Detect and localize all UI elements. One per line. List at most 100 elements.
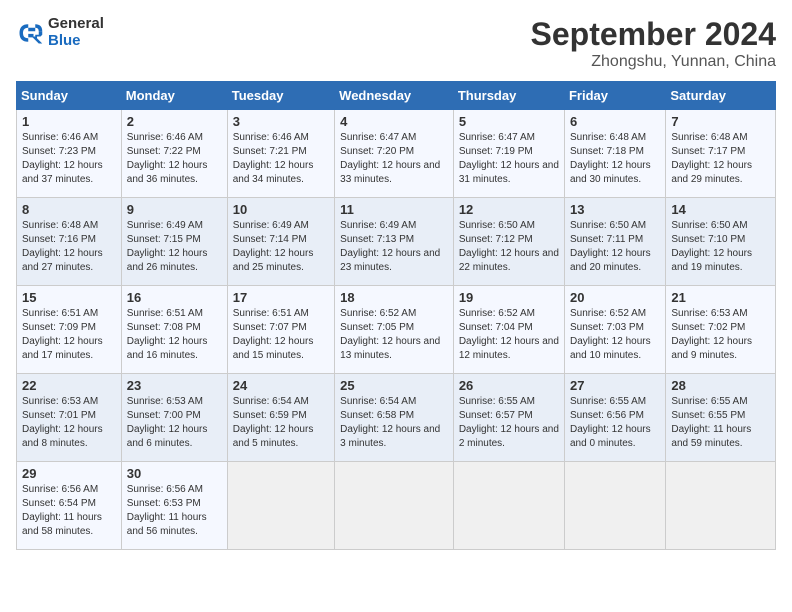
- day-info: Sunrise: 6:53 AM Sunset: 7:00 PM Dayligh…: [127, 395, 222, 451]
- day-number: 13: [570, 202, 660, 217]
- header-friday: Friday: [564, 82, 665, 110]
- day-info: Sunrise: 6:52 AM Sunset: 7:05 PM Dayligh…: [340, 307, 448, 363]
- calendar-cell: 1 Sunrise: 6:46 AM Sunset: 7:23 PM Dayli…: [17, 110, 122, 198]
- day-info: Sunrise: 6:48 AM Sunset: 7:18 PM Dayligh…: [570, 131, 660, 187]
- calendar-cell: [335, 462, 454, 550]
- calendar-cell: 28 Sunrise: 6:55 AM Sunset: 6:55 PM Dayl…: [666, 374, 776, 462]
- day-info: Sunrise: 6:46 AM Sunset: 7:23 PM Dayligh…: [22, 131, 116, 187]
- day-info: Sunrise: 6:49 AM Sunset: 7:15 PM Dayligh…: [127, 219, 222, 275]
- logo-blue: Blue: [48, 33, 104, 50]
- day-info: Sunrise: 6:51 AM Sunset: 7:08 PM Dayligh…: [127, 307, 222, 363]
- day-info: Sunrise: 6:46 AM Sunset: 7:22 PM Dayligh…: [127, 131, 222, 187]
- calendar-cell: 30 Sunrise: 6:56 AM Sunset: 6:53 PM Dayl…: [121, 462, 227, 550]
- header-sunday: Sunday: [17, 82, 122, 110]
- month-title: September 2024: [531, 16, 776, 53]
- calendar-cell: 19 Sunrise: 6:52 AM Sunset: 7:04 PM Dayl…: [453, 286, 564, 374]
- day-number: 30: [127, 466, 222, 481]
- day-info: Sunrise: 6:50 AM Sunset: 7:10 PM Dayligh…: [671, 219, 770, 275]
- calendar-cell: 26 Sunrise: 6:55 AM Sunset: 6:57 PM Dayl…: [453, 374, 564, 462]
- day-number: 22: [22, 378, 116, 393]
- day-number: 3: [233, 114, 329, 129]
- calendar-cell: 17 Sunrise: 6:51 AM Sunset: 7:07 PM Dayl…: [227, 286, 334, 374]
- day-info: Sunrise: 6:50 AM Sunset: 7:12 PM Dayligh…: [459, 219, 559, 275]
- day-info: Sunrise: 6:49 AM Sunset: 7:14 PM Dayligh…: [233, 219, 329, 275]
- header-saturday: Saturday: [666, 82, 776, 110]
- logo-general: General: [48, 16, 104, 33]
- day-number: 20: [570, 290, 660, 305]
- location-title: Zhongshu, Yunnan, China: [531, 53, 776, 71]
- calendar-cell: 2 Sunrise: 6:46 AM Sunset: 7:22 PM Dayli…: [121, 110, 227, 198]
- day-info: Sunrise: 6:54 AM Sunset: 6:58 PM Dayligh…: [340, 395, 448, 451]
- day-info: Sunrise: 6:56 AM Sunset: 6:54 PM Dayligh…: [22, 483, 116, 539]
- day-number: 10: [233, 202, 329, 217]
- calendar-cell: 7 Sunrise: 6:48 AM Sunset: 7:17 PM Dayli…: [666, 110, 776, 198]
- calendar-cell: 14 Sunrise: 6:50 AM Sunset: 7:10 PM Dayl…: [666, 198, 776, 286]
- day-info: Sunrise: 6:56 AM Sunset: 6:53 PM Dayligh…: [127, 483, 222, 539]
- calendar-week-5: 29 Sunrise: 6:56 AM Sunset: 6:54 PM Dayl…: [17, 462, 776, 550]
- day-number: 16: [127, 290, 222, 305]
- calendar-cell: 27 Sunrise: 6:55 AM Sunset: 6:56 PM Dayl…: [564, 374, 665, 462]
- day-number: 27: [570, 378, 660, 393]
- day-info: Sunrise: 6:51 AM Sunset: 7:07 PM Dayligh…: [233, 307, 329, 363]
- day-number: 8: [22, 202, 116, 217]
- day-info: Sunrise: 6:55 AM Sunset: 6:55 PM Dayligh…: [671, 395, 770, 451]
- calendar-cell: 5 Sunrise: 6:47 AM Sunset: 7:19 PM Dayli…: [453, 110, 564, 198]
- calendar-cell: 25 Sunrise: 6:54 AM Sunset: 6:58 PM Dayl…: [335, 374, 454, 462]
- calendar-cell: 4 Sunrise: 6:47 AM Sunset: 7:20 PM Dayli…: [335, 110, 454, 198]
- day-number: 15: [22, 290, 116, 305]
- day-number: 19: [459, 290, 559, 305]
- calendar-cell: 10 Sunrise: 6:49 AM Sunset: 7:14 PM Dayl…: [227, 198, 334, 286]
- day-number: 21: [671, 290, 770, 305]
- logo-icon: [16, 19, 44, 47]
- calendar-week-4: 22 Sunrise: 6:53 AM Sunset: 7:01 PM Dayl…: [17, 374, 776, 462]
- calendar-cell: [564, 462, 665, 550]
- calendar-cell: 22 Sunrise: 6:53 AM Sunset: 7:01 PM Dayl…: [17, 374, 122, 462]
- logo: General Blue: [16, 16, 104, 49]
- header-tuesday: Tuesday: [227, 82, 334, 110]
- calendar-cell: 21 Sunrise: 6:53 AM Sunset: 7:02 PM Dayl…: [666, 286, 776, 374]
- day-number: 23: [127, 378, 222, 393]
- calendar-week-3: 15 Sunrise: 6:51 AM Sunset: 7:09 PM Dayl…: [17, 286, 776, 374]
- day-info: Sunrise: 6:50 AM Sunset: 7:11 PM Dayligh…: [570, 219, 660, 275]
- calendar-cell: 16 Sunrise: 6:51 AM Sunset: 7:08 PM Dayl…: [121, 286, 227, 374]
- calendar-cell: [666, 462, 776, 550]
- calendar-cell: 29 Sunrise: 6:56 AM Sunset: 6:54 PM Dayl…: [17, 462, 122, 550]
- page-header: General Blue September 2024 Zhongshu, Yu…: [16, 16, 776, 71]
- day-info: Sunrise: 6:55 AM Sunset: 6:56 PM Dayligh…: [570, 395, 660, 451]
- calendar-cell: 20 Sunrise: 6:52 AM Sunset: 7:03 PM Dayl…: [564, 286, 665, 374]
- day-info: Sunrise: 6:55 AM Sunset: 6:57 PM Dayligh…: [459, 395, 559, 451]
- day-info: Sunrise: 6:49 AM Sunset: 7:13 PM Dayligh…: [340, 219, 448, 275]
- day-info: Sunrise: 6:48 AM Sunset: 7:17 PM Dayligh…: [671, 131, 770, 187]
- day-info: Sunrise: 6:48 AM Sunset: 7:16 PM Dayligh…: [22, 219, 116, 275]
- day-number: 2: [127, 114, 222, 129]
- header-monday: Monday: [121, 82, 227, 110]
- day-number: 17: [233, 290, 329, 305]
- day-number: 9: [127, 202, 222, 217]
- day-number: 11: [340, 202, 448, 217]
- calendar-week-2: 8 Sunrise: 6:48 AM Sunset: 7:16 PM Dayli…: [17, 198, 776, 286]
- logo-text: General Blue: [48, 16, 104, 49]
- day-number: 1: [22, 114, 116, 129]
- calendar-cell: 15 Sunrise: 6:51 AM Sunset: 7:09 PM Dayl…: [17, 286, 122, 374]
- day-info: Sunrise: 6:47 AM Sunset: 7:19 PM Dayligh…: [459, 131, 559, 187]
- day-info: Sunrise: 6:52 AM Sunset: 7:04 PM Dayligh…: [459, 307, 559, 363]
- header-row: Sunday Monday Tuesday Wednesday Thursday…: [17, 82, 776, 110]
- day-number: 4: [340, 114, 448, 129]
- calendar-cell: 6 Sunrise: 6:48 AM Sunset: 7:18 PM Dayli…: [564, 110, 665, 198]
- day-number: 26: [459, 378, 559, 393]
- day-number: 25: [340, 378, 448, 393]
- day-number: 28: [671, 378, 770, 393]
- calendar-cell: 8 Sunrise: 6:48 AM Sunset: 7:16 PM Dayli…: [17, 198, 122, 286]
- day-info: Sunrise: 6:53 AM Sunset: 7:01 PM Dayligh…: [22, 395, 116, 451]
- day-number: 7: [671, 114, 770, 129]
- day-number: 5: [459, 114, 559, 129]
- day-number: 24: [233, 378, 329, 393]
- calendar-cell: 23 Sunrise: 6:53 AM Sunset: 7:00 PM Dayl…: [121, 374, 227, 462]
- day-number: 14: [671, 202, 770, 217]
- header-wednesday: Wednesday: [335, 82, 454, 110]
- calendar-cell: 11 Sunrise: 6:49 AM Sunset: 7:13 PM Dayl…: [335, 198, 454, 286]
- calendar-cell: 3 Sunrise: 6:46 AM Sunset: 7:21 PM Dayli…: [227, 110, 334, 198]
- day-info: Sunrise: 6:54 AM Sunset: 6:59 PM Dayligh…: [233, 395, 329, 451]
- calendar-cell: 9 Sunrise: 6:49 AM Sunset: 7:15 PM Dayli…: [121, 198, 227, 286]
- day-number: 12: [459, 202, 559, 217]
